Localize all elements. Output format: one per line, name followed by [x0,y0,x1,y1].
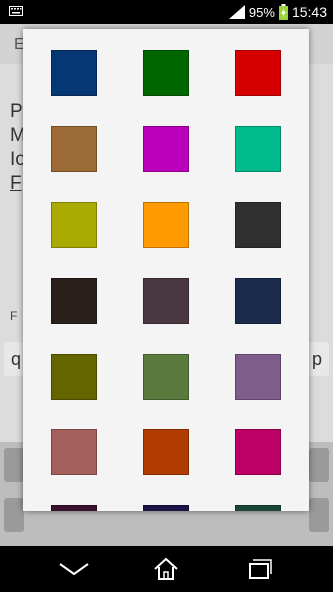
color-swatch[interactable] [235,202,281,248]
keyboard-icon [9,6,23,16]
color-swatch[interactable] [51,354,97,400]
color-swatch[interactable] [143,505,189,511]
signal-icon [228,5,245,19]
color-swatch[interactable] [235,429,281,475]
status-bar: 95% 15:43 [0,0,333,24]
home-icon[interactable] [146,556,186,582]
color-swatch[interactable] [235,354,281,400]
color-swatch[interactable] [51,50,97,96]
color-swatch[interactable] [143,354,189,400]
color-swatch[interactable] [51,278,97,324]
color-swatch[interactable] [235,50,281,96]
color-picker-dialog [23,29,309,511]
color-swatch[interactable] [51,202,97,248]
battery-charging-icon [278,4,288,20]
color-swatch[interactable] [51,505,97,511]
color-swatch[interactable] [51,429,97,475]
color-swatch[interactable] [143,50,189,96]
back-icon[interactable] [54,556,94,582]
background-label: F [10,309,18,323]
color-swatch[interactable] [143,278,189,324]
color-swatch[interactable] [235,278,281,324]
clock: 15:43 [291,4,327,20]
color-swatch[interactable] [235,126,281,172]
color-swatch[interactable] [51,126,97,172]
color-swatch[interactable] [143,202,189,248]
navigation-bar [0,546,333,592]
recents-icon[interactable] [239,556,279,582]
color-swatch[interactable] [235,505,281,511]
battery-percent: 95% [248,4,275,20]
color-swatch[interactable] [143,429,189,475]
color-swatch[interactable] [143,126,189,172]
